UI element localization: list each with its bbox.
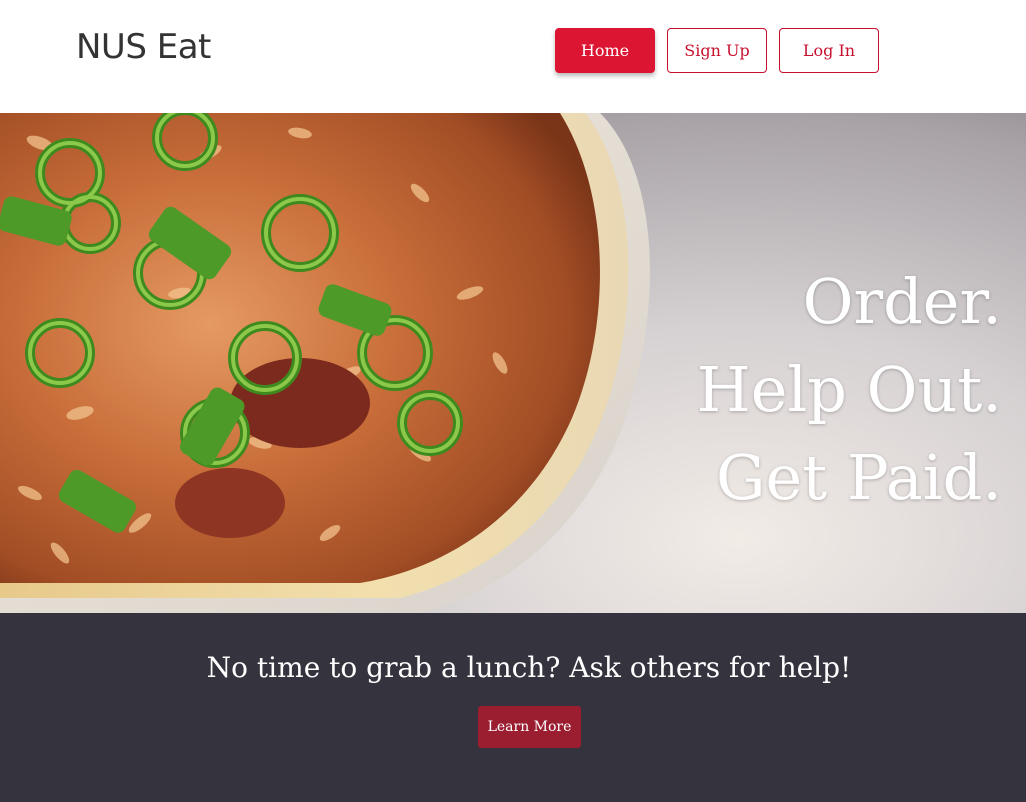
hero-banner: Order. Help Out. Get Paid. (0, 113, 1026, 613)
hero-tagline: Order. Help Out. Get Paid. (697, 258, 1002, 522)
cta-heading: No time to grab a lunch? Ask others for … (206, 651, 852, 684)
navbar: NUS Eat Home Sign Up Log In (0, 0, 1026, 113)
learn-more-button[interactable]: Learn More (478, 706, 581, 748)
brand-logo[interactable]: NUS Eat (76, 27, 211, 67)
tagline-line-help-out: Help Out. (696, 353, 1002, 426)
sign-up-button[interactable]: Sign Up (667, 28, 767, 73)
call-to-action-section: No time to grab a lunch? Ask others for … (0, 613, 1026, 802)
home-button[interactable]: Home (555, 28, 655, 73)
tagline-line-get-paid: Get Paid. (716, 441, 1002, 514)
tagline-line-order: Order. (802, 265, 1002, 338)
log-in-button[interactable]: Log In (779, 28, 879, 73)
